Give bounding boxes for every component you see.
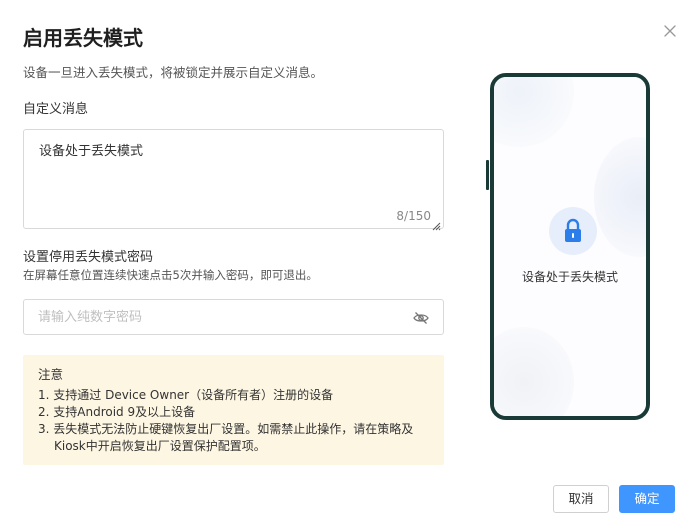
lock-icon [549,207,597,255]
resize-handle-icon[interactable] [431,216,441,231]
message-textarea[interactable]: 设备处于丢失模式 8/150 [23,129,444,231]
notice-item: 2. 支持Android 9及以上设备 [38,405,196,419]
password-field-wrapper [23,299,444,335]
phone-lock-message: 设备处于丢失模式 [521,270,618,284]
password-input[interactable] [38,308,398,326]
phone-screen: 设备处于丢失模式 [494,77,646,416]
lost-mode-dialog: 启用丢失模式 设备一旦进入丢失模式，将被锁定并展示自定义消息。 自定义消息 设备… [0,0,696,531]
confirm-button[interactable]: 确定 [619,485,675,513]
close-icon[interactable] [659,20,681,42]
notice-title: 注意 [38,367,64,382]
phone-side-button [486,160,489,190]
decorative-blob [494,327,574,416]
password-label: 设置停用丢失模式密码 [23,250,154,265]
decorative-blob [594,137,646,257]
cancel-button[interactable]: 取消 [553,485,609,513]
phone-preview: 设备处于丢失模式 [490,73,650,420]
dialog-title: 启用丢失模式 [23,26,143,50]
message-text[interactable]: 设备处于丢失模式 [39,143,143,161]
char-counter: 8/150 [396,209,431,223]
dialog-description: 设备一旦进入丢失模式，将被锁定并展示自定义消息。 [23,65,324,80]
notice-item: Kiosk中开启恢复出厂设置保护配置项。 [54,439,266,453]
eye-off-icon[interactable] [412,309,430,327]
password-hint: 在屏幕任意位置连续快速点击5次并输入密码，即可退出。 [23,268,318,282]
notice-box: 注意 1. 支持通过 Device Owner（设备所有者）注册的设备 2. 支… [23,355,444,465]
message-label: 自定义消息 [23,102,89,117]
notice-item: 1. 支持通过 Device Owner（设备所有者）注册的设备 [38,388,334,402]
notice-item: 3. 丢失模式无法防止硬键恢复出厂设置。如需禁止此操作，请在策略及 [38,422,414,436]
decorative-blob [494,77,574,147]
